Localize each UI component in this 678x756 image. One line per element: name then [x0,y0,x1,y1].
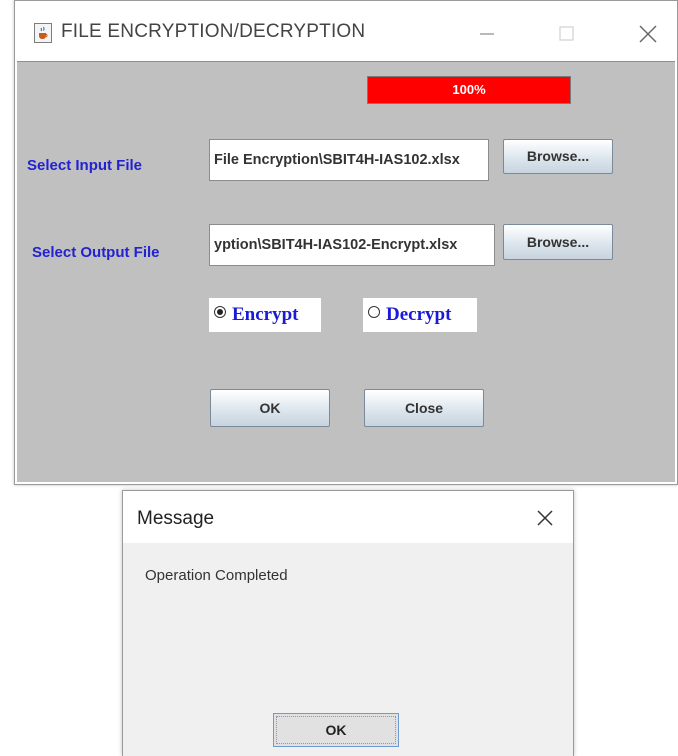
close-icon[interactable] [628,16,668,52]
focus-ring [276,716,396,744]
message-title: Message [137,508,215,529]
browse-output-button[interactable]: Browse... [503,224,613,260]
close-button[interactable]: Close [364,389,484,427]
output-file-field[interactable]: yption\SBIT4H-IAS102-Encrypt.xlsx [209,224,495,266]
content-panel: 100% Select Input File File Encryption\S… [17,61,675,482]
maximize-icon[interactable] [546,16,586,52]
radio-checked-icon [214,306,226,318]
encrypt-radio-label: Encrypt [232,304,299,325]
message-text: Operation Completed [145,567,288,584]
decrypt-radio-label: Decrypt [386,304,452,325]
message-ok-button[interactable]: OK [273,713,399,747]
encrypt-radio[interactable]: Encrypt [209,298,321,332]
title-bar[interactable]: FILE ENCRYPTION/DECRYPTION [15,1,677,61]
main-window: FILE ENCRYPTION/DECRYPTION 100% Select I… [14,0,678,485]
progress-label: 100% [452,82,486,97]
input-file-label: Select Input File [27,157,143,174]
decrypt-radio[interactable]: Decrypt [363,298,477,332]
minimize-icon[interactable] [467,16,507,52]
ok-button[interactable]: OK [210,389,330,427]
message-dialog: Message Operation Completed OK [122,490,574,756]
radio-unchecked-icon [368,306,380,318]
close-icon[interactable] [527,503,563,535]
output-file-label: Select Output File [32,244,160,261]
progress-bar: 100% [367,76,571,104]
java-coffee-cup-icon [34,23,52,43]
message-title-bar[interactable]: Message [123,491,573,543]
input-file-field[interactable]: File Encryption\SBIT4H-IAS102.xlsx [209,139,489,181]
window-title: FILE ENCRYPTION/DECRYPTION [61,21,366,42]
browse-input-button[interactable]: Browse... [503,139,613,174]
